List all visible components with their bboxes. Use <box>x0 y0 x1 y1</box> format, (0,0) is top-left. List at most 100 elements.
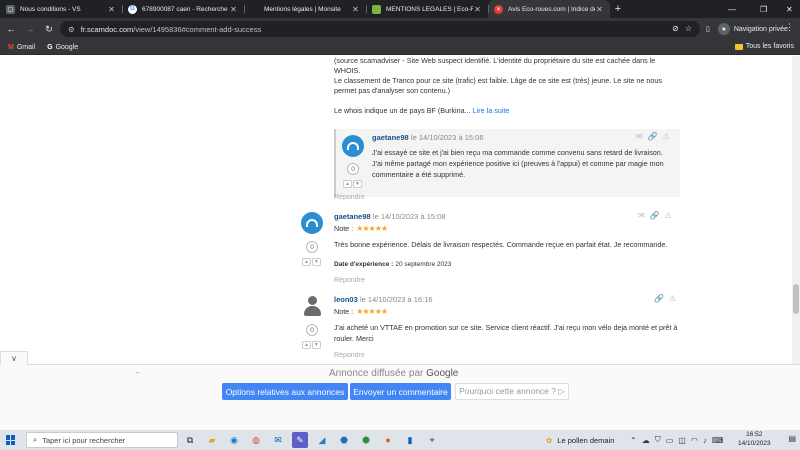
weather-widget[interactable]: ✿ Le pollen demain <box>546 432 614 448</box>
tab-google-search[interactable]: G 678900087 caen - Recherche Go ✕ <box>122 0 244 18</box>
task-view-icon[interactable]: ⧉ <box>182 432 198 448</box>
send-feedback-button[interactable]: Envoyer un commentaire <box>350 383 451 400</box>
author-name[interactable]: gaetane98 <box>372 133 409 142</box>
battery-icon[interactable]: ▭ <box>666 436 674 445</box>
reply-link[interactable]: Répondre <box>334 277 365 284</box>
thumbs-up-icon[interactable]: ▲ <box>302 258 311 266</box>
pen-app-icon[interactable]: ✎ <box>292 432 308 448</box>
network-icon[interactable]: ◠ <box>691 436 698 445</box>
close-tab-icon[interactable]: ✕ <box>351 5 360 14</box>
app-icon[interactable]: ✦ <box>424 432 440 448</box>
warning-icon[interactable]: ⚠ <box>669 294 676 303</box>
ad-options-button[interactable]: Options relatives aux annonces <box>222 383 348 400</box>
google-logo-text: Google <box>426 368 459 379</box>
warning-icon[interactable]: ⚠ <box>663 132 670 141</box>
all-bookmarks-button[interactable]: Tous les favoris <box>734 43 794 50</box>
text-line: (source scamadviser - Site Web suspect i… <box>334 56 656 65</box>
bookmark-gmail[interactable]: M Gmail <box>8 44 35 51</box>
text-line: WHOIS. <box>334 66 361 75</box>
taskbar-search[interactable]: ⌕ Taper ici pour rechercher <box>26 432 178 448</box>
review-text: Très bonne expérience. Délais de livrais… <box>334 240 668 249</box>
tab-mentions-monsite[interactable]: Mentions légales | Monsite ✕ <box>244 0 366 18</box>
tab-avis-eco-roues[interactable]: ✕ Avis Eco-roues.com | Indice de c ✕ <box>488 0 610 18</box>
taskbar-clock[interactable]: 16:52 14/10/2023 <box>738 431 771 448</box>
windows-start-icon[interactable] <box>6 435 16 445</box>
file-explorer-icon[interactable]: ▰ <box>204 432 220 448</box>
reload-icon[interactable]: ↻ <box>41 21 57 37</box>
rating-row: Note : ★★★★★ <box>334 307 680 316</box>
language-icon[interactable]: ⌨ <box>712 436 724 445</box>
bookmark-google[interactable]: G Google <box>47 44 78 51</box>
clock-time: 16:52 <box>746 431 763 438</box>
link-icon[interactable]: 🔗 <box>648 132 658 141</box>
close-tab-icon[interactable]: ✕ <box>229 5 238 14</box>
experience-date-row: Date d'expérience : 20 septembre 2023 <box>334 258 680 270</box>
bookmark-star-icon[interactable]: ☆ <box>685 24 692 33</box>
link-icon[interactable]: 🔗 <box>650 211 660 220</box>
review-date: le 14/10/2023 à 15:08 <box>372 212 446 221</box>
reply-text: J'ai essayé ce site et j'ai bien reçu ma… <box>372 147 677 180</box>
back-arrow-icon[interactable]: ← <box>134 367 142 376</box>
reply-link[interactable]: Répondre <box>334 194 365 201</box>
security-icon[interactable]: ⛉ <box>655 435 661 445</box>
vote-count: 0 <box>347 163 359 175</box>
close-tab-icon[interactable]: ✕ <box>473 5 482 14</box>
volume-icon[interactable]: ♪ <box>703 436 707 445</box>
review-date: le 14/10/2023 à 16:16 <box>360 295 433 304</box>
mail-icon[interactable]: ✉ <box>636 132 643 141</box>
mail-icon[interactable]: ✉ <box>638 211 645 220</box>
chrome-icon[interactable]: ◍ <box>248 432 264 448</box>
edge-icon[interactable]: ◉ <box>226 432 242 448</box>
vote-count: 0 <box>306 324 318 336</box>
bookmark-label: Google <box>55 43 79 51</box>
eye-off-icon[interactable]: ⊘ <box>672 24 679 33</box>
vote-buttons: ▲ ▼ <box>302 258 321 266</box>
app-icon[interactable]: ▮ <box>402 432 418 448</box>
menu-kebab-icon[interactable]: ⋮ <box>785 22 794 33</box>
thumbs-up-icon[interactable]: ▲ <box>343 180 352 188</box>
app-icon[interactable]: ⬢ <box>358 432 374 448</box>
sidepanel-icon[interactable]: ▯ <box>706 25 710 33</box>
camera-icon[interactable]: ◫ <box>678 436 686 445</box>
forward-arrow-icon[interactable]: → <box>22 21 38 37</box>
incognito-profile-button[interactable]: ▯ ● Navigation privée <box>706 21 788 37</box>
author-name[interactable]: leon03 <box>334 295 358 304</box>
thumbs-down-icon[interactable]: ▼ <box>312 258 321 266</box>
address-bar[interactable]: ⚙ fr.scamdoc.com /view/1495836#comment-a… <box>60 21 700 37</box>
review-actions: ✉ 🔗 ⚠ <box>638 211 672 220</box>
tab-nous-conditions[interactable]: ▢ Nous conditions - VS ✕ <box>0 0 122 18</box>
new-tab-button[interactable]: + <box>610 0 626 18</box>
url-host: fr.scamdoc.com <box>80 24 134 34</box>
why-this-ad-button[interactable]: Pourquoi cette annonce ? ▷ <box>455 383 569 400</box>
read-more-link[interactable]: Lire la suite <box>473 106 510 115</box>
notifications-icon[interactable]: ▤ <box>788 434 796 443</box>
tab-label: 678900087 caen - Recherche Go <box>142 5 229 13</box>
close-tab-icon[interactable]: ✕ <box>595 5 604 14</box>
thumbs-down-icon[interactable]: ▼ <box>312 341 321 349</box>
text-line: J'ai acheté un VTTAE en promotion sur ce… <box>334 323 678 332</box>
vpn-app-icon[interactable]: ⬣ <box>336 432 352 448</box>
chevron-up-icon[interactable]: ⌃ <box>630 436 637 445</box>
onedrive-icon[interactable]: ☁ <box>642 436 650 445</box>
link-icon[interactable]: 🔗 <box>654 294 664 303</box>
close-tab-icon[interactable]: ✕ <box>107 5 116 14</box>
close-window-icon[interactable]: ✕ <box>786 0 793 18</box>
site-info-icon[interactable]: ⚙ <box>68 25 75 34</box>
bookmarks-bar: M Gmail G Google Tous les favoris <box>0 40 800 55</box>
collapse-ad-button[interactable]: ∨ <box>0 351 28 365</box>
folder-icon <box>734 43 743 50</box>
back-arrow-icon[interactable]: ← <box>3 21 19 37</box>
scrollbar-thumb[interactable] <box>793 284 799 314</box>
mail-app-icon[interactable]: ✉ <box>270 432 286 448</box>
tab-mentions-eco-roues[interactable]: MENTIONS LÉGALES | Eco-Roues ✕ <box>366 0 488 18</box>
firefox-icon[interactable]: ● <box>380 432 396 448</box>
maximize-window-icon[interactable]: ❐ <box>760 0 767 18</box>
app-icon[interactable]: ◢ <box>314 432 330 448</box>
thumbs-down-icon[interactable]: ▼ <box>353 180 362 188</box>
minimize-window-icon[interactable]: — <box>728 0 736 18</box>
author-name[interactable]: gaetane98 <box>334 212 371 221</box>
reply-link[interactable]: Répondre <box>334 352 365 359</box>
vote-buttons: ▲ ▼ <box>302 341 321 349</box>
thumbs-up-icon[interactable]: ▲ <box>302 341 311 349</box>
warning-icon[interactable]: ⚠ <box>665 211 672 220</box>
